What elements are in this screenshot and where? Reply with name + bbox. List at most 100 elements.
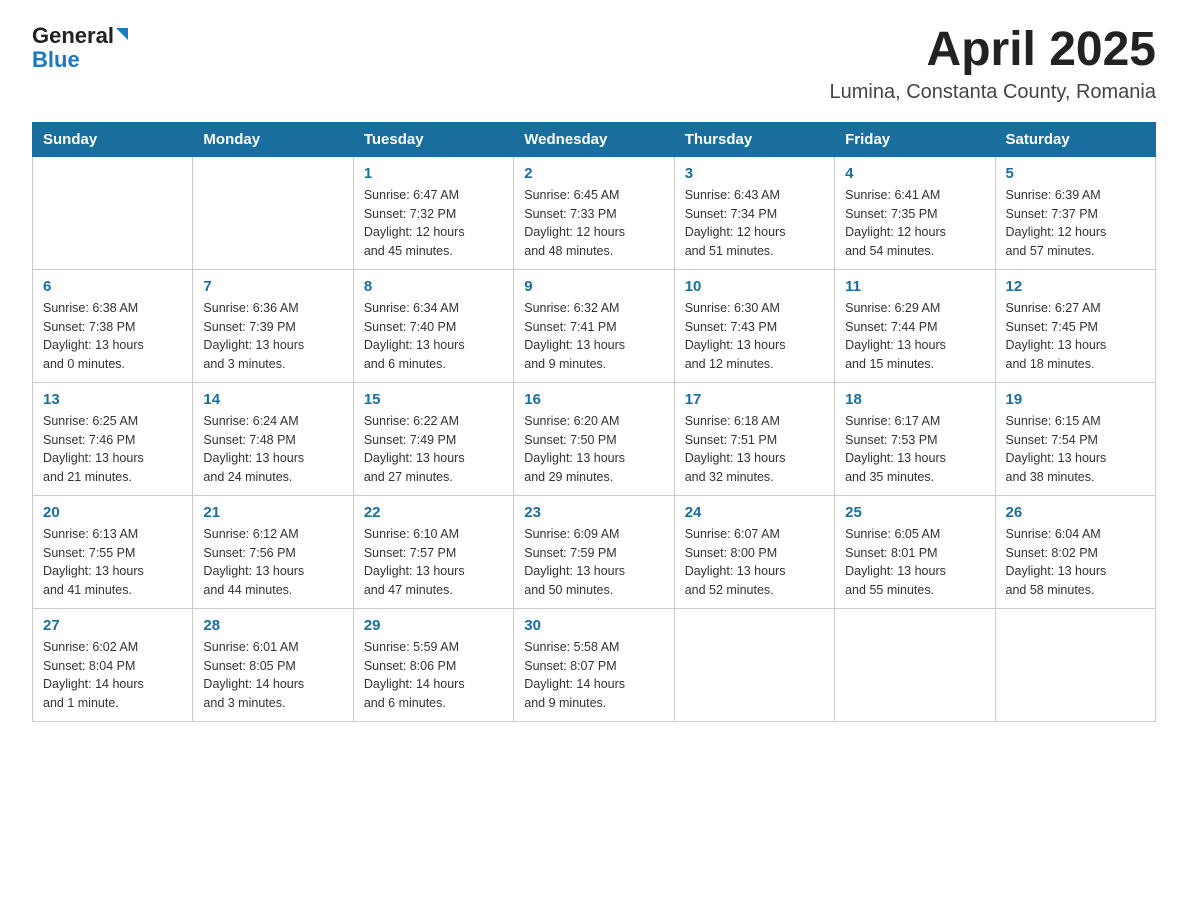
day-number: 7 [203,278,342,295]
calendar-cell: 25 Sunrise: 6:05 AMSunset: 8:01 PMDayligh… [835,495,995,608]
day-number: 30 [524,617,663,634]
day-info: Sunrise: 6:34 AMSunset: 7:40 PMDaylight:… [364,299,503,374]
day-number: 16 [524,391,663,408]
day-number: 8 [364,278,503,295]
calendar-cell: 15Sunrise: 6:22 AMSunset: 7:49 PMDayligh… [353,382,513,495]
weekday-header-sunday: Sunday [33,122,193,156]
calendar-week-row: 13Sunrise: 6:25 AMSunset: 7:46 PMDayligh… [33,382,1156,495]
day-info: Sunrise: 6:24 AMSunset: 7:48 PMDaylight:… [203,412,342,487]
calendar-cell: 1Sunrise: 6:47 AMSunset: 7:32 PMDaylight… [353,156,513,269]
calendar-cell: 26 Sunrise: 6:04 AMSunset: 8:02 PMDayligh… [995,495,1155,608]
day-info: Sunrise: 6:32 AMSunset: 7:41 PMDaylight:… [524,299,663,374]
calendar-cell: 2Sunrise: 6:45 AMSunset: 7:33 PMDaylight… [514,156,674,269]
day-info: Sunrise: 6:29 AMSunset: 7:44 PMDaylight:… [845,299,984,374]
weekday-header-monday: Monday [193,122,353,156]
day-number: 15 [364,391,503,408]
calendar-cell: 24 Sunrise: 6:07 AMSunset: 8:00 PMDayligh… [674,495,834,608]
day-info: Sunrise: 6:36 AMSunset: 7:39 PMDaylight:… [203,299,342,374]
day-info: Sunrise: 6:39 AMSunset: 7:37 PMDaylight:… [1006,186,1145,261]
day-info: Sunrise: 6:13 AMSunset: 7:55 PMDaylight:… [43,525,182,600]
weekday-header-tuesday: Tuesday [353,122,513,156]
calendar-cell [995,608,1155,721]
calendar-cell: 21 Sunrise: 6:12 AMSunset: 7:56 PMDayligh… [193,495,353,608]
calendar-cell [674,608,834,721]
day-number: 12 [1006,278,1145,295]
day-info: Sunrise: 6:45 AMSunset: 7:33 PMDaylight:… [524,186,663,261]
calendar-cell [835,608,995,721]
day-number: 6 [43,278,182,295]
logo: General Blue [32,24,128,72]
calendar-week-row: 27Sunrise: 6:02 AMSunset: 8:04 PMDayligh… [33,608,1156,721]
day-info: Sunrise: 6:10 AMSunset: 7:57 PMDaylight:… [364,525,503,600]
calendar-cell: 8 Sunrise: 6:34 AMSunset: 7:40 PMDaylight… [353,269,513,382]
calendar-cell: 9 Sunrise: 6:32 AMSunset: 7:41 PMDaylight… [514,269,674,382]
calendar-cell: 3Sunrise: 6:43 AMSunset: 7:34 PMDaylight… [674,156,834,269]
day-number: 20 [43,504,182,521]
calendar-cell: 10Sunrise: 6:30 AMSunset: 7:43 PMDayligh… [674,269,834,382]
calendar-cell: 27Sunrise: 6:02 AMSunset: 8:04 PMDayligh… [33,608,193,721]
calendar-cell: 12 Sunrise: 6:27 AMSunset: 7:45 PMDayligh… [995,269,1155,382]
day-number: 24 [685,504,824,521]
calendar-cell [193,156,353,269]
day-number: 19 [1006,391,1145,408]
day-info: Sunrise: 6:07 AMSunset: 8:00 PMDaylight:… [685,525,824,600]
day-number: 21 [203,504,342,521]
calendar-body: 1Sunrise: 6:47 AMSunset: 7:32 PMDaylight… [33,156,1156,721]
day-info: Sunrise: 6:17 AMSunset: 7:53 PMDaylight:… [845,412,984,487]
logo-triangle-icon [116,28,128,40]
calendar-cell: 14 Sunrise: 6:24 AMSunset: 7:48 PMDayligh… [193,382,353,495]
day-info: Sunrise: 6:27 AMSunset: 7:45 PMDaylight:… [1006,299,1145,374]
calendar-cell: 11 Sunrise: 6:29 AMSunset: 7:44 PMDayligh… [835,269,995,382]
day-number: 11 [845,278,984,295]
calendar-cell [33,156,193,269]
calendar-cell: 7 Sunrise: 6:36 AMSunset: 7:39 PMDaylight… [193,269,353,382]
month-title: April 2025 [830,24,1156,77]
day-number: 27 [43,617,182,634]
calendar-cell: 4Sunrise: 6:41 AMSunset: 7:35 PMDaylight… [835,156,995,269]
logo-general-text: General [32,24,128,48]
day-info: Sunrise: 6:09 AMSunset: 7:59 PMDaylight:… [524,525,663,600]
calendar-cell: 29 Sunrise: 5:59 AMSunset: 8:06 PMDayligh… [353,608,513,721]
weekday-header-thursday: Thursday [674,122,834,156]
day-info: Sunrise: 6:15 AMSunset: 7:54 PMDaylight:… [1006,412,1145,487]
day-number: 10 [685,278,824,295]
calendar-table: SundayMondayTuesdayWednesdayThursdayFrid… [32,122,1156,722]
calendar-cell: 23 Sunrise: 6:09 AMSunset: 7:59 PMDayligh… [514,495,674,608]
day-info: Sunrise: 6:25 AMSunset: 7:46 PMDaylight:… [43,412,182,487]
day-info: Sunrise: 6:43 AMSunset: 7:34 PMDaylight:… [685,186,824,261]
calendar-week-row: 6 Sunrise: 6:38 AMSunset: 7:38 PMDaylight… [33,269,1156,382]
calendar-cell: 22 Sunrise: 6:10 AMSunset: 7:57 PMDayligh… [353,495,513,608]
day-number: 28 [203,617,342,634]
calendar-cell: 5 Sunrise: 6:39 AMSunset: 7:37 PMDaylight… [995,156,1155,269]
calendar-week-row: 20 Sunrise: 6:13 AMSunset: 7:55 PMDayligh… [33,495,1156,608]
day-info: Sunrise: 6:12 AMSunset: 7:56 PMDaylight:… [203,525,342,600]
day-number: 23 [524,504,663,521]
weekday-header-row: SundayMondayTuesdayWednesdayThursdayFrid… [33,122,1156,156]
weekday-header-wednesday: Wednesday [514,122,674,156]
calendar-cell: 28Sunrise: 6:01 AMSunset: 8:05 PMDayligh… [193,608,353,721]
day-number: 9 [524,278,663,295]
calendar-header: SundayMondayTuesdayWednesdayThursdayFrid… [33,122,1156,156]
day-number: 14 [203,391,342,408]
page-header: General Blue April 2025 Lumina, Constant… [32,24,1156,104]
day-info: Sunrise: 6:38 AMSunset: 7:38 PMDaylight:… [43,299,182,374]
day-info: Sunrise: 6:41 AMSunset: 7:35 PMDaylight:… [845,186,984,261]
day-number: 25 [845,504,984,521]
calendar-cell: 6 Sunrise: 6:38 AMSunset: 7:38 PMDaylight… [33,269,193,382]
day-info: Sunrise: 5:59 AMSunset: 8:06 PMDaylight:… [364,638,503,713]
day-info: Sunrise: 6:05 AMSunset: 8:01 PMDaylight:… [845,525,984,600]
day-number: 26 [1006,504,1145,521]
calendar-cell: 13Sunrise: 6:25 AMSunset: 7:46 PMDayligh… [33,382,193,495]
calendar-week-row: 1Sunrise: 6:47 AMSunset: 7:32 PMDaylight… [33,156,1156,269]
calendar-cell: 30Sunrise: 5:58 AMSunset: 8:07 PMDayligh… [514,608,674,721]
day-number: 1 [364,165,503,182]
day-info: Sunrise: 6:04 AMSunset: 8:02 PMDaylight:… [1006,525,1145,600]
logo-general-label: General [32,24,114,48]
calendar-cell: 16Sunrise: 6:20 AMSunset: 7:50 PMDayligh… [514,382,674,495]
day-number: 5 [1006,165,1145,182]
weekday-header-saturday: Saturday [995,122,1155,156]
logo-blue-label: Blue [32,48,128,72]
weekday-header-friday: Friday [835,122,995,156]
day-number: 29 [364,617,503,634]
day-number: 22 [364,504,503,521]
